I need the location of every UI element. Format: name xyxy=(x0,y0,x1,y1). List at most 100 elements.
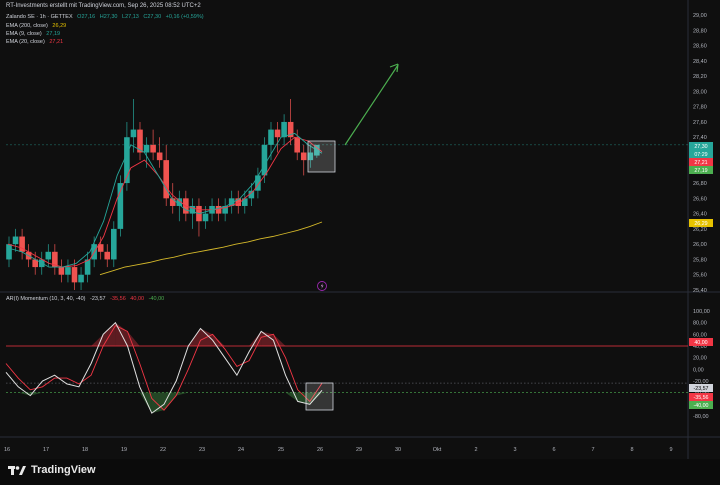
candle-body xyxy=(268,129,274,145)
candle-body xyxy=(202,213,209,222)
price-badge-ema20: 27,21 xyxy=(694,160,707,166)
event-marker-bolt xyxy=(320,283,324,289)
momentum-oversold-fill xyxy=(176,392,189,396)
price-axis-tick: 28,20 xyxy=(693,74,707,80)
candle-body xyxy=(130,129,137,138)
candle-body xyxy=(117,183,124,229)
price-axis-tick: 26,60 xyxy=(693,196,707,202)
momentum-badge-lower: -40,00 xyxy=(693,403,708,409)
time-axis-tick: Okt xyxy=(433,447,442,453)
tradingview-logo-text: TradingView xyxy=(31,464,96,476)
momentum-value-2: -35,56 xyxy=(110,296,126,302)
price-axis-tick: 27,40 xyxy=(693,135,707,141)
time-axis-tick: 30 xyxy=(395,447,401,453)
price-badge-last: 27,30 xyxy=(694,144,707,150)
ema200-legend[interactable]: EMA (200, close) 26,29 xyxy=(6,23,69,29)
ema20-value: 27,21 xyxy=(49,39,64,45)
chart-canvas[interactable]: 29,00 28,80 28,60 28,40 28,20 28,00 27,80 27,60… xyxy=(0,0,720,459)
candle-body xyxy=(294,137,300,153)
tradingview-logo[interactable]: TradingView xyxy=(8,464,96,476)
time-axis-tick: 23 xyxy=(199,447,205,453)
time-axis-tick: 19 xyxy=(121,447,127,453)
price-axis-tick: 29,00 xyxy=(693,13,707,19)
candle-body xyxy=(58,267,65,275)
candle-body xyxy=(65,267,71,275)
time-axis-tick: 9 xyxy=(669,447,672,453)
price-axis-tick: 26,20 xyxy=(693,227,707,233)
time-axis-tick: 24 xyxy=(238,447,244,453)
price-axis-tick: 25,40 xyxy=(693,288,707,294)
time-axis-tick: 8 xyxy=(630,447,633,453)
time-axis-tick: 26 xyxy=(317,447,323,453)
ema20-legend[interactable]: EMA (20, close) 27,21 xyxy=(6,39,66,45)
momentum-axis-tick: 0,00 xyxy=(693,367,704,373)
ema200-value: 26,29 xyxy=(52,23,67,29)
candle-body xyxy=(45,251,52,260)
candle-body xyxy=(78,274,84,283)
price-axis-tick: 27,80 xyxy=(693,105,707,111)
momentum-overbought-fill xyxy=(127,331,140,346)
candle-body xyxy=(111,228,117,260)
candle-body xyxy=(71,267,78,283)
ema9-legend[interactable]: EMA (9, close) 27,19 xyxy=(6,31,63,37)
price-axis-tick: 28,60 xyxy=(693,44,707,50)
time-axis-tick: 29 xyxy=(356,447,362,453)
time-axis-tick: 3 xyxy=(513,447,516,453)
highlight-box-momentum xyxy=(305,382,334,411)
momentum-axis-tick: 100,00 xyxy=(693,309,710,315)
candle-body xyxy=(281,121,287,138)
ema200-line xyxy=(99,221,323,276)
momentum-axis-tick: 80,00 xyxy=(693,321,707,327)
momentum-badge-upper: 40,00 xyxy=(694,340,707,346)
highlight-box-price xyxy=(307,140,336,173)
price-axis-tick: 28,00 xyxy=(693,89,707,95)
ohlc-low: L27,13 xyxy=(122,14,139,20)
time-axis-tick: 25 xyxy=(278,447,284,453)
ohlc-change: +0,16 (+0,59%) xyxy=(165,14,204,20)
time-axis-tick: 17 xyxy=(43,447,49,453)
momentum-value-3: 40,00 xyxy=(130,296,145,302)
ema9-value: 27,19 xyxy=(46,31,61,37)
ohlc-close: C27,30 xyxy=(143,14,162,20)
momentum-value-1: -23,57 xyxy=(90,296,106,302)
candle-body xyxy=(156,152,163,161)
candle-body xyxy=(215,205,222,214)
price-badge-ema200: 26,29 xyxy=(694,221,707,227)
price-axis-tick: 28,80 xyxy=(693,28,707,34)
ema9-label: EMA (9, close) xyxy=(6,31,42,37)
symbol-legend: Zalando SE · 1h · GETTEX O27,16 H27,30 L… xyxy=(6,14,207,20)
time-axis-tick: 2 xyxy=(474,447,477,453)
momentum-axis-tick: -80,00 xyxy=(693,414,709,420)
price-axis-tick: 26,40 xyxy=(693,212,707,218)
candle-body xyxy=(274,129,281,138)
candle-body xyxy=(104,251,111,260)
momentum-overbought-fill xyxy=(91,334,104,346)
candle-body xyxy=(255,175,261,191)
candle-body xyxy=(6,244,12,260)
time-axis-tick: 7 xyxy=(591,447,594,453)
time-axis-tick: 22 xyxy=(160,447,166,453)
momentum-legend[interactable]: AR(I) Momentum (10, 3, 40, -40) -23,57 -… xyxy=(6,296,167,302)
momentum-oversold-fill xyxy=(151,392,164,414)
price-axis-tick: 28,40 xyxy=(693,59,707,65)
candle-body xyxy=(143,144,150,153)
price-axis-tick: 26,80 xyxy=(693,181,707,187)
candle-body xyxy=(300,152,307,161)
ema20-label: EMA (20, close) xyxy=(6,39,45,45)
ohlc-high: H27,30 xyxy=(99,14,118,20)
candle-body xyxy=(150,144,156,153)
ohlc-open: O27,16 xyxy=(77,14,96,20)
trend-arrow xyxy=(344,64,399,146)
time-axis-tick: 18 xyxy=(82,447,88,453)
momentum-axis-tick: 20,00 xyxy=(693,356,707,362)
momentum-badge-signal: -35,56 xyxy=(693,395,708,401)
price-axis-tick: 26,00 xyxy=(693,242,707,248)
candle-body xyxy=(12,236,19,245)
footer-bar: TradingView xyxy=(0,459,720,485)
candle-body xyxy=(261,144,268,176)
momentum-label: AR(I) Momentum (10, 3, 40, -40) xyxy=(6,296,86,302)
momentum-axis-tick: 60,00 xyxy=(693,332,707,338)
symbol-name: Zalando SE · 1h · GETTEX xyxy=(6,14,73,20)
price-badge-countdown: 07:29 xyxy=(694,152,707,158)
price-badge-ema9: 27,19 xyxy=(694,168,707,174)
